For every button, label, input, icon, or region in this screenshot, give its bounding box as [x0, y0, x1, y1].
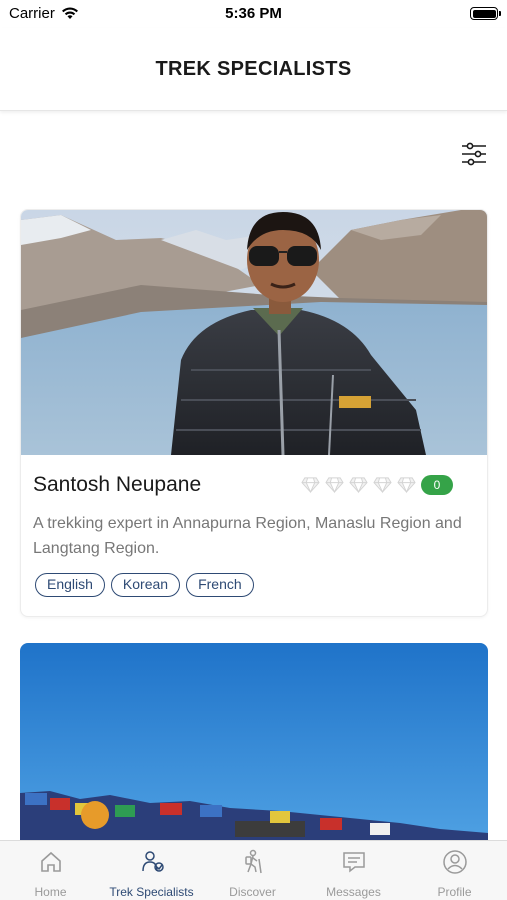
tab-home[interactable]: Home — [0, 841, 101, 900]
tab-label: Messages — [326, 885, 381, 899]
specialist-photo — [20, 643, 488, 843]
tab-bar: Home Trek Specialists Discover Messages — [0, 840, 507, 900]
sliders-icon — [462, 142, 486, 166]
language-tags: English Korean French — [35, 573, 254, 597]
specialist-card[interactable]: Santosh Neupane 0 A trekking expert in A… — [20, 209, 488, 617]
tab-messages[interactable]: Messages — [303, 841, 404, 900]
message-icon — [342, 852, 365, 873]
hiker-icon — [244, 849, 262, 874]
specialist-card[interactable] — [20, 643, 488, 843]
page-title: TREK SPECIALISTS — [155, 58, 352, 80]
language-tag: French — [186, 573, 254, 597]
battery-icon — [470, 7, 501, 20]
tab-profile[interactable]: Profile — [404, 841, 505, 900]
diamond-icon — [349, 477, 368, 494]
diamond-icon — [325, 477, 344, 494]
specialist-description: A trekking expert in Annapurna Region, M… — [33, 515, 462, 557]
specialist-photo — [21, 210, 487, 455]
rating-diamonds — [301, 475, 416, 494]
tab-label: Profile — [437, 885, 472, 899]
diamond-icon — [301, 477, 320, 494]
trekker-icon — [141, 851, 164, 872]
language-tag: English — [35, 573, 105, 597]
status-bar: Carrier 5:36 PM — [0, 0, 507, 28]
user-icon — [442, 850, 467, 874]
tab-discover[interactable]: Discover — [202, 841, 303, 900]
diamond-icon — [373, 477, 392, 494]
rating-count-badge: 0 — [421, 475, 453, 495]
diamond-icon — [397, 477, 416, 494]
tab-label: Discover — [229, 885, 276, 899]
clock: 5:36 PM — [225, 5, 282, 22]
tab-trek-specialists[interactable]: Trek Specialists — [101, 841, 202, 900]
filter-button[interactable] — [460, 140, 488, 168]
home-icon — [40, 851, 61, 872]
specialist-name: Santosh Neupane — [33, 473, 202, 496]
nav-header: TREK SPECIALISTS — [0, 28, 507, 111]
tab-label: Home — [34, 885, 67, 899]
tab-label: Trek Specialists — [109, 885, 194, 899]
language-tag: Korean — [110, 573, 181, 597]
